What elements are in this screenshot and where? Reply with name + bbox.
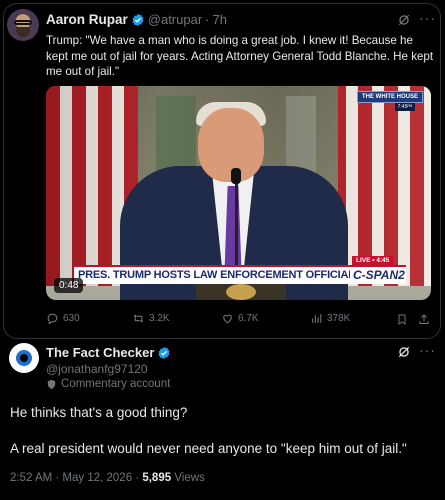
quoted-action-bar: 630 3.2K 6.7K 378K: [46, 312, 434, 330]
more-options-icon[interactable]: ···: [419, 342, 436, 358]
tweet-timestamp[interactable]: 2:52 AM · May 12, 2026 ·: [10, 472, 142, 484]
shield-icon: [47, 379, 56, 389]
video-duration: 0:48: [54, 278, 84, 293]
chyron-text: PRES. TRUMP HOSTS LAW ENFORCEMENT OFFICI…: [78, 269, 362, 281]
view-label: Views: [174, 472, 205, 484]
bookmark-icon[interactable]: [396, 313, 408, 326]
views-count: 378K: [327, 313, 351, 324]
commentary-account-text: Commentary account: [61, 378, 171, 390]
share-icon[interactable]: [418, 313, 430, 326]
quoted-tweet-time[interactable]: 7h: [213, 12, 227, 27]
heart-icon: [223, 314, 232, 324]
quoted-tweet-header: Aaron Rupar @atrupar · 7h: [46, 12, 227, 27]
network-logo-text: C-SPAN2: [353, 268, 405, 282]
microphone: [231, 168, 241, 184]
white-house-badge: THE WHITE HOUSE: [356, 91, 423, 103]
verified-badge-icon: [132, 13, 144, 26]
repost-count: 3.2K: [149, 313, 170, 324]
white-house-time: 7:45ᴾᴹ: [394, 103, 415, 111]
aaron-rupar-avatar[interactable]: [7, 9, 39, 41]
quoted-tweet-text: Trump: "We have a man who is doing a gre…: [46, 34, 434, 79]
main-author-handle[interactable]: @jonathanfg97120: [46, 362, 148, 376]
like-count: 6.7K: [238, 313, 259, 324]
analytics-icon: [312, 314, 322, 323]
chyron: PRES. TRUMP HOSTS LAW ENFORCEMENT OFFICI…: [74, 265, 362, 284]
more-options-icon[interactable]: ···: [419, 10, 436, 26]
separator-dot: ·: [205, 12, 210, 27]
repost-icon: [133, 314, 144, 323]
live-badge: LIVE • 4:45: [352, 256, 394, 265]
verified-badge-icon: [158, 346, 170, 359]
main-tweet-paragraph-1: He thinks that's a good thing?: [10, 405, 188, 420]
reply-button[interactable]: 630: [46, 312, 80, 325]
grok-icon[interactable]: [397, 345, 411, 359]
fact-checker-avatar[interactable]: [9, 343, 39, 373]
quoted-author-name[interactable]: Aaron Rupar: [46, 12, 128, 27]
views-button[interactable]: 378K: [310, 312, 350, 325]
video-player[interactable]: THE WHITE HOUSE 7:45ᴾᴹ LIVE • 4:45 PRES.…: [46, 86, 431, 300]
main-tweet-header: The Fact Checker: [46, 345, 171, 360]
presidential-seal: [226, 284, 256, 300]
reply-icon: [47, 313, 58, 325]
network-logo: C-SPAN2: [350, 265, 406, 284]
tweet-metadata: 2:52 AM · May 12, 2026 · 5,895 Views: [10, 472, 205, 484]
view-count: 5,895: [142, 472, 172, 484]
main-author-name[interactable]: The Fact Checker: [46, 345, 154, 360]
like-button[interactable]: 6.7K: [221, 312, 259, 325]
quoted-author-handle[interactable]: @atrupar: [148, 12, 202, 27]
grok-icon[interactable]: [397, 13, 411, 27]
commentary-account-label: Commentary account: [46, 378, 170, 390]
main-tweet-paragraph-2: A real president would never need anyone…: [10, 441, 407, 456]
repost-button[interactable]: 3.2K: [132, 312, 170, 325]
reply-count: 630: [63, 313, 80, 324]
